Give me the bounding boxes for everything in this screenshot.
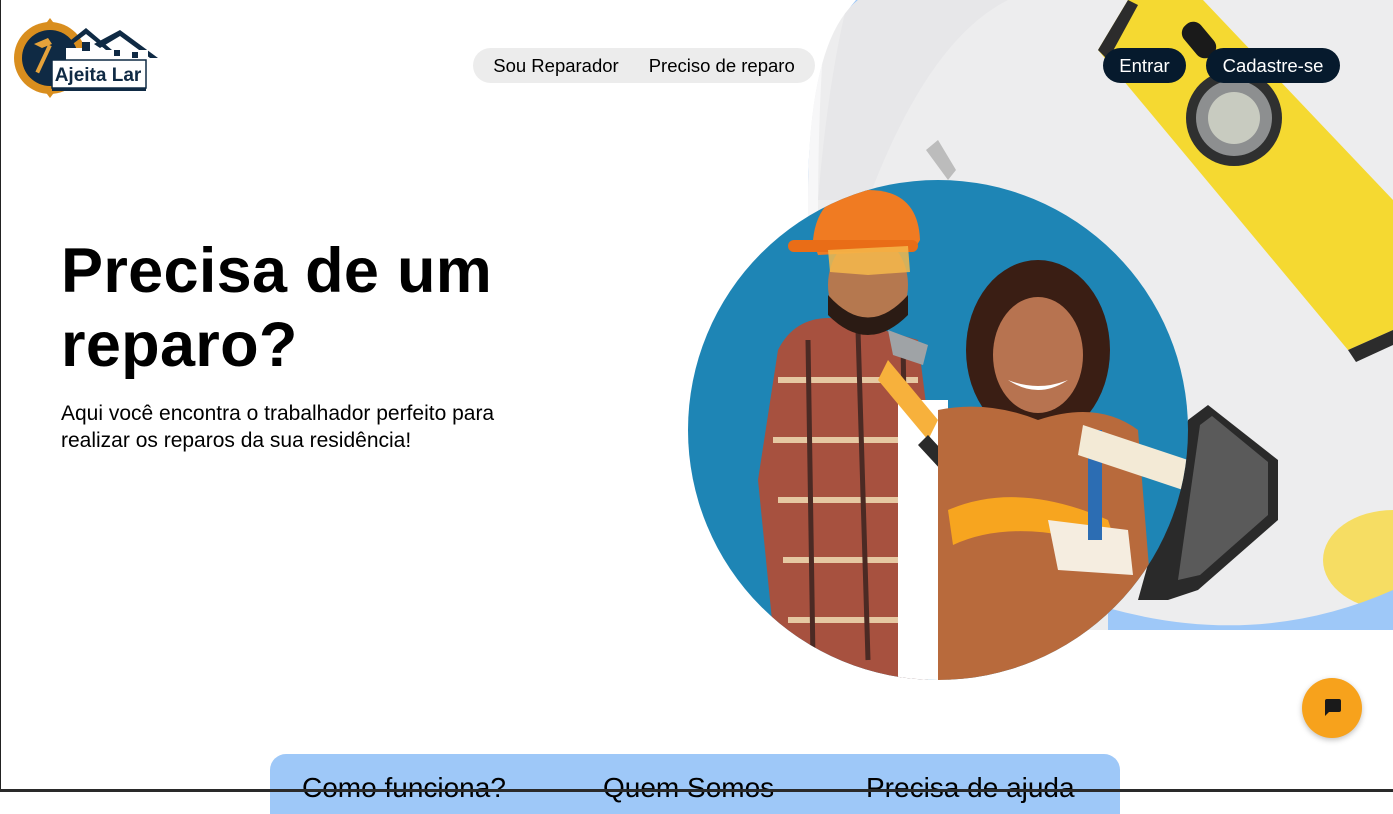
window-left-border: [0, 0, 1, 792]
hero-subtitle-line-1: Aqui você encontra o trabalhador perfeit…: [61, 402, 495, 425]
nav-item-preciso-de-reparo[interactable]: Preciso de reparo: [649, 55, 795, 77]
section-nav-item-como-funciona[interactable]: Como funciona?: [302, 772, 506, 804]
chat-bubble-icon: [1325, 699, 1341, 716]
logo-text: Ajeita Lar: [55, 65, 142, 86]
hero-title-line-2: reparo?: [61, 310, 298, 380]
hero-workers-photo: [688, 180, 1188, 680]
chat-button[interactable]: [1302, 678, 1362, 738]
hero-title: Precisa de um reparo?: [61, 234, 581, 382]
brand-logo[interactable]: Ajeita Lar: [12, 18, 160, 104]
main-nav: Sou Reparador Preciso de reparo: [473, 48, 815, 83]
hero-subtitle: Aqui você encontra o trabalhador perfeit…: [61, 400, 581, 454]
section-nav-item-precisa-de-ajuda[interactable]: Precisa de ajuda: [866, 772, 1075, 804]
hero-title-line-1: Precisa de um: [61, 236, 493, 306]
signup-button[interactable]: Cadastre-se: [1206, 48, 1340, 83]
section-nav-item-quem-somos[interactable]: Quem Somos: [603, 772, 774, 804]
login-button[interactable]: Entrar: [1103, 48, 1186, 83]
hero-subtitle-line-2: realizar os reparos da sua residência!: [61, 429, 412, 452]
section-nav: Como funciona? Quem Somos Precisa de aju…: [270, 754, 1120, 814]
nav-item-sou-reparador[interactable]: Sou Reparador: [493, 55, 618, 77]
